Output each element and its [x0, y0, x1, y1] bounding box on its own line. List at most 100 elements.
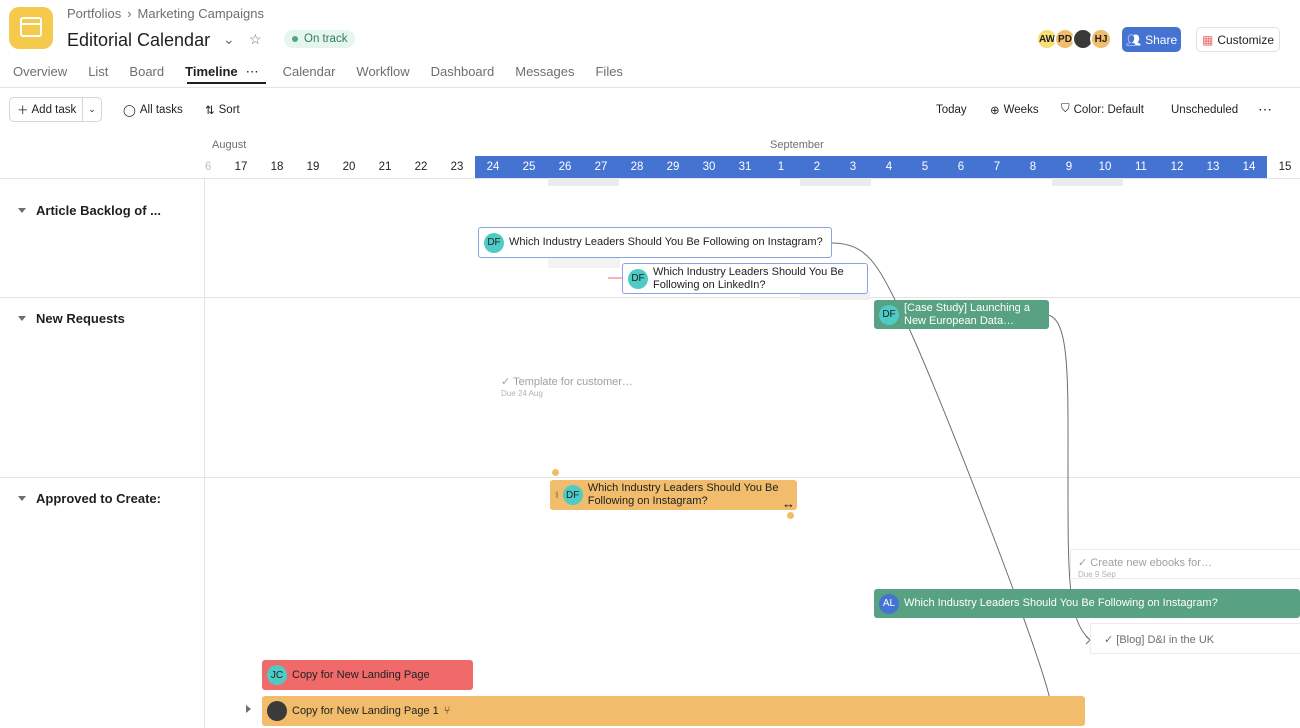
day-label: 10: [1098, 161, 1112, 173]
tab-dashboard[interactable]: Dashboard: [431, 64, 495, 84]
task-title: Which Industry Leaders Should You Be Fol…: [653, 265, 844, 291]
avatar: DF: [628, 268, 648, 289]
day-label: 15: [1278, 161, 1292, 173]
avatar: JC: [267, 665, 287, 685]
all-tasks-filter[interactable]: ◯ All tasks: [123, 97, 183, 122]
collapse-triangle-icon[interactable]: [18, 496, 26, 501]
tab-timeline[interactable]: Timeline: [185, 64, 238, 84]
today-button[interactable]: Today: [936, 97, 967, 122]
plus-icon: ＋: [17, 104, 29, 117]
color-button[interactable]: ⛉ Color: Default: [1061, 97, 1144, 122]
drag-handle-icon[interactable]: ‖: [555, 489, 559, 502]
tab-list[interactable]: List: [88, 64, 108, 84]
tab-workflow[interactable]: Workflow: [356, 64, 409, 84]
add-task-button[interactable]: ＋ Add task ⌄: [9, 97, 102, 122]
task-bar[interactable]: Copy for New Landing Page 1 ⑂: [262, 696, 1085, 726]
check-icon: ✓: [1078, 557, 1091, 569]
task-item[interactable]: ✓ [Blog] D&I in the UK: [1104, 633, 1214, 646]
month-label: August: [212, 139, 247, 151]
all-tasks-label: All tasks: [139, 103, 183, 116]
day-label: 30: [702, 161, 716, 173]
tab-files[interactable]: Files: [595, 64, 622, 84]
day-label: 18: [270, 161, 284, 173]
member-avatars[interactable]: AW PD HJ: [1036, 28, 1112, 50]
day-label: 4: [885, 161, 893, 173]
day-label: 5: [921, 161, 929, 173]
day-label: 1: [777, 161, 785, 173]
tab-messages[interactable]: Messages: [515, 64, 574, 84]
breadcrumb-marketing-campaigns[interactable]: Marketing Campaigns: [138, 6, 264, 21]
tab-board[interactable]: Board: [129, 64, 164, 84]
due-date: Due 24 Aug: [501, 389, 543, 398]
section-new-requests[interactable]: New Requests: [18, 311, 125, 326]
customize-button[interactable]: ▦ Customize: [1196, 27, 1280, 52]
section-column-divider: [204, 178, 205, 728]
star-icon[interactable]: ☆: [249, 31, 262, 48]
task-bar[interactable]: DF [Case Study] Launching a New European…: [874, 300, 1049, 329]
more-options-icon[interactable]: ⋯: [1258, 97, 1272, 122]
subtask-icon: ⑂: [443, 704, 451, 717]
active-tab-indicator: [187, 82, 266, 84]
weeks-zoom-button[interactable]: ⊕ Weeks: [990, 97, 1039, 122]
share-button[interactable]: 👥︎ Share: [1122, 27, 1181, 52]
collapse-triangle-icon[interactable]: [18, 208, 26, 213]
avatar: DF: [484, 232, 504, 253]
unscheduled-button[interactable]: Unscheduled: [1171, 97, 1238, 122]
section-approved-to-create[interactable]: Approved to Create:: [18, 491, 161, 506]
day-label: 31: [738, 161, 752, 173]
section-divider: [0, 297, 1300, 298]
task-bar[interactable]: DF Which Industry Leaders Should You Be …: [622, 263, 868, 294]
day-label: 2: [813, 161, 821, 173]
chevron-down-icon[interactable]: ⌄: [223, 31, 235, 48]
check-icon: ✓: [501, 376, 514, 388]
day-label: 24: [486, 161, 500, 173]
task-bar[interactable]: DF Which Industry Leaders Should You Be …: [478, 227, 832, 258]
weekend-shade: [548, 178, 619, 186]
section-article-backlog[interactable]: Article Backlog of ...: [18, 203, 161, 218]
expand-triangle-icon[interactable]: [246, 705, 251, 713]
avatar: HJ: [1090, 28, 1112, 50]
color-icon: ⛉: [1061, 103, 1070, 115]
task-title: Which Industry Leaders Should You Be Fol…: [904, 597, 1218, 609]
avatar: [267, 701, 287, 721]
unscheduled-task[interactable]: ✓ Create new ebooks for… Due 9 Sep: [1078, 556, 1212, 579]
task-bar[interactable]: ‖ DF Which Industry Leaders Should You B…: [550, 480, 797, 510]
sort-button[interactable]: ⇅ Sort: [205, 97, 240, 122]
dependency-handle[interactable]: [787, 512, 794, 519]
people-icon: 👥︎: [1125, 32, 1142, 47]
day-label: 16: [198, 161, 212, 173]
dependency-handle[interactable]: [552, 469, 559, 476]
chevron-down-icon[interactable]: ⌄: [82, 98, 101, 121]
grid-icon: ▦: [1201, 32, 1214, 47]
month-label: September: [770, 139, 824, 151]
breadcrumb: Portfolios › Marketing Campaigns: [67, 6, 264, 21]
day-label: 29: [666, 161, 680, 173]
task-title: Which Industry Leaders Should You Be Fol…: [587, 482, 779, 507]
tab-calendar[interactable]: Calendar: [283, 64, 336, 84]
color-label: Color: Default: [1073, 103, 1144, 116]
task-bar[interactable]: JC Copy for New Landing Page: [262, 660, 473, 690]
task-title: Create new ebooks for…: [1090, 557, 1212, 569]
calendar-icon: [20, 17, 42, 37]
day-label: 13: [1206, 161, 1220, 173]
tab-more-icon[interactable]: ⋯: [246, 64, 259, 84]
resize-cursor-icon: ↔: [782, 496, 795, 511]
collapse-triangle-icon[interactable]: [18, 316, 26, 321]
day-label: 3: [849, 161, 857, 173]
task-title: [Blog] D&I in the UK: [1116, 634, 1215, 646]
unscheduled-task[interactable]: ✓ Template for customer… Due 24 Aug: [501, 375, 633, 398]
project-icon[interactable]: [9, 7, 53, 49]
task-bar[interactable]: AL Which Industry Leaders Should You Be …: [874, 589, 1300, 618]
project-title[interactable]: Editorial Calendar: [67, 30, 210, 51]
day-label: 23: [450, 161, 464, 173]
add-task-label: Add task: [31, 103, 77, 116]
breadcrumb-portfolios[interactable]: Portfolios: [67, 6, 121, 21]
weekend-shade: [1052, 178, 1123, 186]
tab-overview[interactable]: Overview: [13, 64, 67, 84]
weekend-shade: [800, 178, 871, 186]
share-label: Share: [1145, 32, 1178, 47]
zoom-icon: ⊕: [990, 104, 1000, 117]
day-label: 20: [342, 161, 356, 173]
day-label: 27: [594, 161, 608, 173]
status-badge[interactable]: On track: [284, 30, 356, 48]
